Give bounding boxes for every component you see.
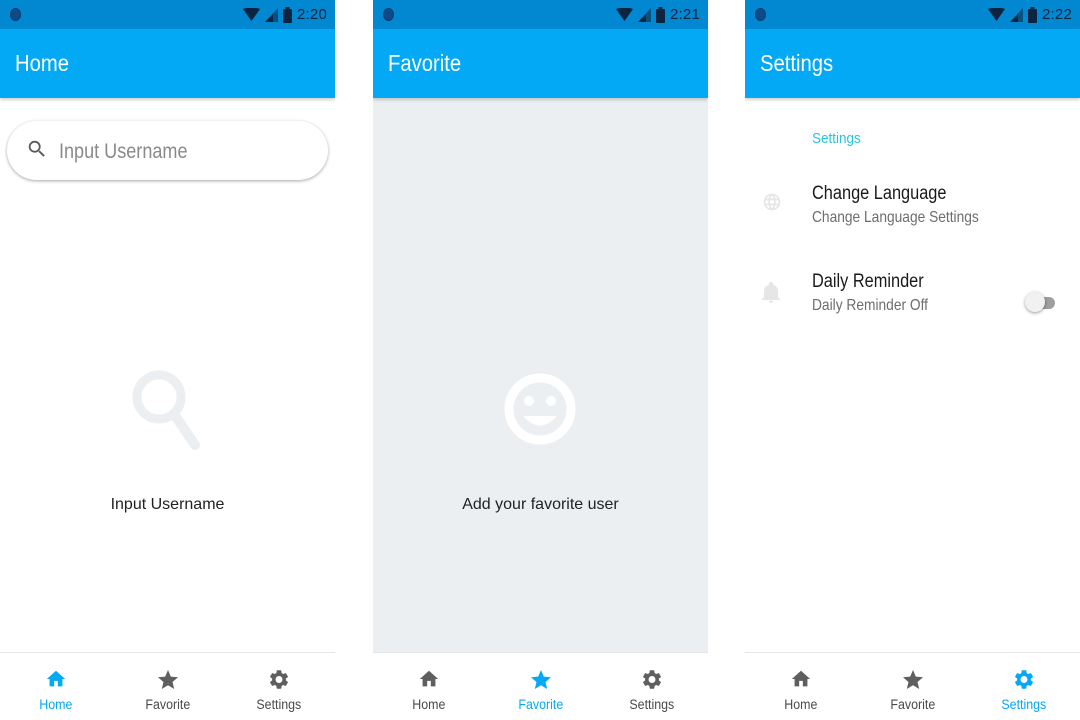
nav-home[interactable]: Home bbox=[0, 653, 112, 720]
search-icon bbox=[132, 370, 200, 450]
status-indicators: 2:22 bbox=[988, 0, 1072, 29]
preference-summary: Daily Reminder Off bbox=[812, 297, 928, 314]
status-time: 2:20 bbox=[297, 6, 327, 23]
notification-icon bbox=[10, 8, 21, 21]
nav-settings[interactable]: Settings bbox=[596, 653, 708, 720]
nav-home[interactable]: Home bbox=[745, 653, 857, 720]
nav-home-label: Home bbox=[784, 697, 818, 712]
star-icon bbox=[530, 670, 551, 689]
gear-icon bbox=[270, 670, 289, 689]
nav-settings-label: Settings bbox=[256, 697, 302, 712]
nav-settings[interactable]: Settings bbox=[968, 653, 1080, 720]
notification-icon bbox=[383, 8, 394, 21]
empty-state-text: Input Username bbox=[110, 496, 225, 513]
page-title: Favorite bbox=[388, 50, 462, 76]
nav-favorite[interactable]: Favorite bbox=[485, 653, 597, 720]
battery-icon bbox=[1028, 6, 1037, 23]
nav-home[interactable]: Home bbox=[373, 653, 485, 720]
nav-settings[interactable]: Settings bbox=[223, 653, 335, 720]
bell-icon bbox=[762, 282, 780, 303]
home-screen: 2:20 Home Input Username Input Username … bbox=[0, 0, 335, 720]
page-title: Home bbox=[15, 50, 69, 76]
status-time: 2:21 bbox=[670, 6, 700, 23]
bottom-navigation: Home Favorite Settings bbox=[745, 652, 1080, 720]
gear-icon bbox=[643, 670, 662, 689]
settings-screen: 2:22 Settings Settings Change Language C… bbox=[745, 0, 1080, 720]
wifi-icon bbox=[988, 7, 1005, 21]
status-indicators: 2:21 bbox=[616, 0, 700, 29]
star-icon bbox=[157, 670, 178, 689]
nav-favorite[interactable]: Favorite bbox=[857, 653, 969, 720]
settings-section-header: Settings bbox=[812, 130, 861, 147]
nav-favorite-label: Favorite bbox=[145, 697, 190, 712]
empty-state-text: Add your favorite user bbox=[462, 496, 619, 513]
nav-favorite-label: Favorite bbox=[518, 697, 563, 712]
preference-title: Change Language bbox=[812, 183, 947, 204]
star-icon bbox=[902, 670, 923, 689]
change-language-preference[interactable]: Change Language Change Language Settings bbox=[745, 183, 1080, 253]
cellular-icon bbox=[1010, 7, 1023, 22]
battery-icon bbox=[656, 6, 665, 23]
app-bar: Home bbox=[0, 29, 335, 98]
status-bar: 2:20 bbox=[0, 0, 335, 29]
status-time: 2:22 bbox=[1042, 6, 1072, 23]
gear-icon bbox=[1015, 670, 1034, 689]
notification-icon bbox=[755, 8, 766, 21]
preference-summary: Change Language Settings bbox=[812, 209, 979, 226]
home-icon bbox=[46, 670, 65, 687]
globe-icon bbox=[763, 193, 781, 211]
daily-reminder-preference[interactable]: Daily Reminder Daily Reminder Off bbox=[745, 271, 1080, 341]
bottom-navigation: Home Favorite Settings bbox=[0, 652, 335, 720]
search-placeholder: Input Username bbox=[59, 140, 188, 163]
nav-settings-label: Settings bbox=[629, 697, 675, 712]
status-bar: 2:21 bbox=[373, 0, 708, 29]
smiley-icon bbox=[504, 373, 576, 445]
favorite-screen: 2:21 Favorite Add your favorite user Hom… bbox=[373, 0, 708, 720]
page-title: Settings bbox=[760, 50, 834, 76]
status-indicators: 2:20 bbox=[243, 0, 327, 29]
bottom-navigation: Home Favorite Settings bbox=[373, 652, 708, 720]
search-icon bbox=[28, 140, 45, 157]
app-bar: Settings bbox=[745, 29, 1080, 98]
nav-settings-label: Settings bbox=[1001, 697, 1047, 712]
wifi-icon bbox=[243, 7, 260, 21]
wifi-icon bbox=[616, 7, 633, 21]
daily-reminder-toggle[interactable] bbox=[1025, 291, 1055, 313]
status-bar: 2:22 bbox=[745, 0, 1080, 29]
battery-icon bbox=[283, 6, 292, 23]
toggle-thumb bbox=[1025, 292, 1045, 312]
nav-home-label: Home bbox=[39, 697, 73, 712]
home-icon bbox=[791, 670, 810, 687]
home-icon bbox=[419, 670, 438, 687]
search-input[interactable]: Input Username bbox=[7, 121, 328, 180]
app-bar: Favorite bbox=[373, 29, 708, 98]
nav-favorite-label: Favorite bbox=[890, 697, 935, 712]
cellular-icon bbox=[265, 7, 278, 22]
nav-home-label: Home bbox=[412, 697, 446, 712]
preference-title: Daily Reminder bbox=[812, 271, 924, 292]
nav-favorite[interactable]: Favorite bbox=[112, 653, 224, 720]
cellular-icon bbox=[638, 7, 651, 22]
